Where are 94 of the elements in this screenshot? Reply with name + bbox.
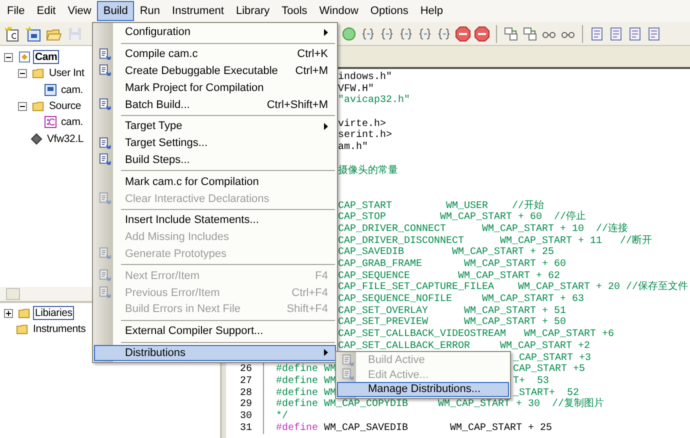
code-text: WM_CAP_SAVEDIB WM_CAP_START + 25 [323,422,552,434]
menu-bar-item[interactable]: Library [230,1,276,21]
code-comment: CAP_SAVEDIB WM_CAP_START + 25 [338,247,554,258]
tree-toggle[interactable] [18,68,27,78]
line-number: 30 [240,410,252,422]
tree-item[interactable]: Libiaries [33,306,74,320]
code-text: indows.h" [338,72,392,83]
document-icon[interactable] [589,26,605,42]
menu-bar-item[interactable]: Instrument [166,1,230,21]
menu-bar-item[interactable]: Run [134,1,166,21]
folder-icon [32,67,45,80]
code-comment: CAP_STOP WM_CAP_START + 60 //停止 [338,212,586,224]
code-comment: CAP_START WM_USER //开始 [338,200,544,212]
code-comment: CAP_DRIVER_DISCONNECT WM_CAP_START + 11 //断开 [338,236,652,247]
code-comment: CAP_SET_PREVIEW WM_CAP_START + 50 [338,317,566,328]
menu-bar-item[interactable]: Window [313,1,364,21]
code-comment: _START+ 52 [513,388,580,399]
code-comment: #define WM_CAP_COPYDIB WM_CAP_START + 30 //复制图片 [276,399,604,410]
code-comment: CAP_SET_CALLBACK_ERROR WM_CAP_START +2 [338,340,590,352]
menu-bar-item[interactable]: Edit [30,1,62,21]
braces-icon[interactable] [379,26,395,42]
preprocessor-keyword: #define [276,422,318,434]
folder-icon [16,323,29,336]
menu-item[interactable]: Build Steps... [94,152,336,168]
code-comment: _CAP_START +3 [513,352,592,364]
braces-icon[interactable] [360,26,376,42]
menu-item[interactable]: Compile cam.c Ctrl+K [94,46,336,63]
project-icon [18,51,31,64]
code-text: serint.h> [338,130,392,142]
code-comment: CAP_START +5 [513,364,586,376]
code-comment: */ [276,410,288,422]
code-comment: T+ 53 [513,376,550,387]
tree-toggle[interactable] [4,308,13,318]
document-icon[interactable] [646,26,662,42]
menu-item[interactable]: Manage Distributions... [337,382,509,396]
menu-bar-item[interactable]: Help [414,1,449,21]
code-comment: CAP_SET_CALLBACK_VIDEOSTREAM WM_CAP_START +6 [338,329,614,340]
menu-item[interactable]: Batch Build... Ctrl+Shift+M [94,96,336,113]
line-number: 26 [240,364,252,376]
menu-bar-item[interactable]: Tools [276,1,314,21]
line-number: 31 [240,422,252,434]
menu-bar-item[interactable]: File [1,1,31,21]
c-file-icon [44,116,57,128]
menu-item[interactable]: Target Settings... [94,134,336,152]
window-arrows-icon[interactable] [503,26,519,42]
code-comment: CAP_SEQUENCE WM_CAP_START + 62 [338,270,560,282]
code-comment: CAP_FILE_SET_CAPTURE_FILEA WM_CAP_START + 20 //保存至文件 [338,282,688,294]
stop-icon[interactable] [474,26,490,42]
diamond-icon [30,132,43,145]
code-text: virte.h> [338,118,386,130]
code-comment: CAP_SEQUENCE_NOFILE WM_CAP_START + 63 [338,294,584,306]
code-text: VFW.H" [338,84,374,95]
menu-bar-item[interactable]: Build [97,1,134,21]
menu-bar-item[interactable]: Options [364,1,414,21]
code-comment: CAP_SET_OVERLAY WM_CAP_START + 51 [338,306,566,317]
braces-icon[interactable] [417,26,433,42]
menu-bar-item[interactable]: View [62,1,98,21]
menu-item[interactable]: Target Type [94,118,336,135]
document-icon[interactable] [608,26,624,42]
line-number: 29 [240,399,252,410]
stop-icon[interactable] [455,26,471,42]
tree-item[interactable]: Vfw32.L [45,132,86,146]
folder-icon [18,307,31,320]
line-number: 28 [240,388,252,399]
panel-file-icon [44,84,57,96]
tree-item[interactable]: Cam [33,50,60,64]
new-window-icon[interactable] [25,26,41,42]
code-comment: CAP_GRAB_FRAME WM_CAP_START + 60 [338,259,566,270]
tree-toggle[interactable] [18,102,27,111]
menu-item[interactable]: Mark Project for Compilation [94,79,336,96]
menu-item[interactable]: External Compiler Support... [94,322,336,340]
window-arrows-icon[interactable] [522,26,538,42]
circle-icon[interactable] [341,26,357,42]
folder-icon [32,100,45,112]
code-comment: "avicap32.h" [338,95,410,106]
code-comment: 摄像头的常量 [338,166,398,176]
new-c-file-icon[interactable] [4,26,20,42]
menu-item[interactable]: Mark cam.c for Compilation [94,173,336,190]
menu-item[interactable]: Insert Include Statements... [94,212,336,229]
tree-item[interactable]: cam. [59,115,85,130]
menu-item[interactable]: Distributions [94,344,336,362]
tree-item[interactable]: Source [47,99,84,114]
tree-item[interactable]: User Int [47,66,86,80]
tree-item[interactable]: Instruments [31,322,88,336]
menu-item[interactable]: Create Debuggable Executable Ctrl+M [94,62,336,80]
code-text: am.h" [338,142,368,154]
braces-icon[interactable] [398,26,414,42]
tree-item[interactable]: cam. [59,82,85,97]
menu-item[interactable]: Configuration [94,24,336,41]
code-comment: CAP_DRIVER_CONNECT WM_CAP_START + 10 //连接 [338,224,628,235]
tree-toggle[interactable] [4,52,13,62]
line-number: 27 [240,376,252,387]
document-icon[interactable] [627,26,643,42]
braces-icon[interactable] [436,26,452,42]
